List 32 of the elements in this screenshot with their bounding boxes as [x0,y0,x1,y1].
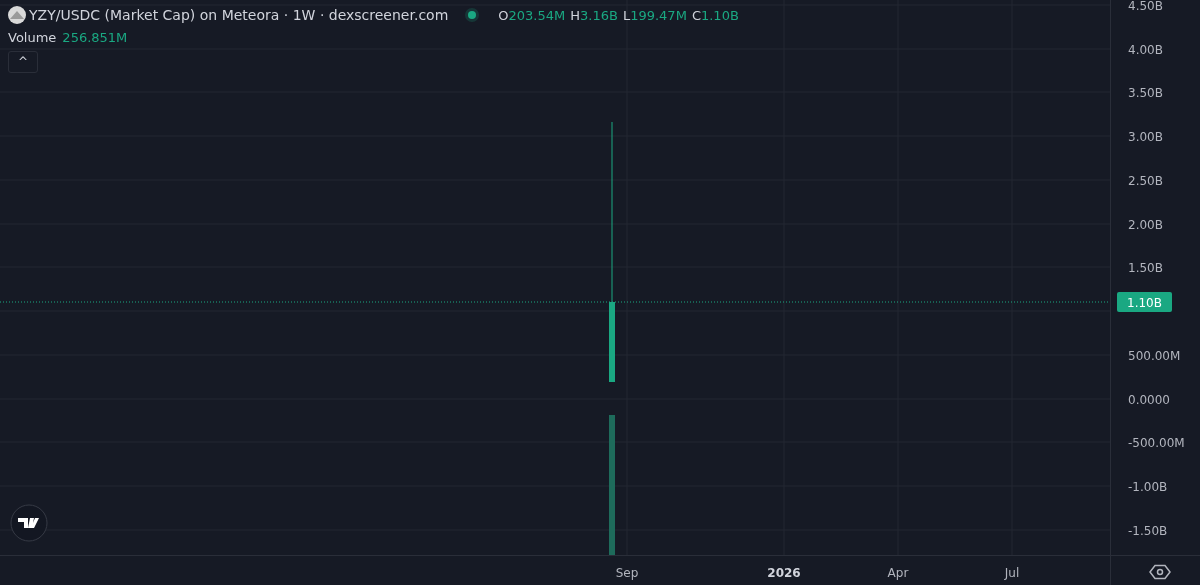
ohlc-value: 3.16B [580,7,618,23]
price-tag: 1.10B [1117,292,1172,312]
axis-label: 3.50B [1128,85,1163,100]
collapse-button[interactable]: ^ [8,51,38,73]
axis-label: 2026 [767,566,801,580]
axis-label: 2.00B [1128,217,1163,232]
axis-label: Jul [1004,566,1020,580]
chart-title: YZY/USDC (Market Cap) on Meteora · 1W · dexscreener.com [29,7,449,23]
axis-label: -500.00M [1128,435,1185,450]
axis-label: 3.00B [1128,129,1163,144]
ohlc-label: H [570,7,581,23]
axis-label: 4.00B [1128,42,1163,57]
axis-label: Apr [887,566,909,580]
ohlc-value: 1.10B [700,7,739,23]
axis-label: 500.00M [1128,348,1181,363]
axis-label: 1.50B [1128,260,1163,275]
volume-value: 256.851M [62,30,128,45]
token-icon [8,6,26,24]
volume-label: Volume [8,30,57,45]
ohlc-value: 199.47M [630,7,687,23]
ohlc-label: C [691,7,701,23]
axis-label: 2.50B [1128,173,1163,188]
axis-label: 4.50B [1128,0,1163,13]
axis-label: -1.50B [1128,523,1168,538]
settings-icon [1149,564,1171,580]
axis-label: -1.00B [1128,479,1168,494]
ohlc-label: L [622,7,631,23]
axis-label: 0.0000 [1128,392,1170,407]
axis-label: Sep [615,566,639,580]
logo-icon [10,504,48,542]
ohlc-label: O [498,7,509,23]
ohlc-value: 203.54M [508,7,566,23]
